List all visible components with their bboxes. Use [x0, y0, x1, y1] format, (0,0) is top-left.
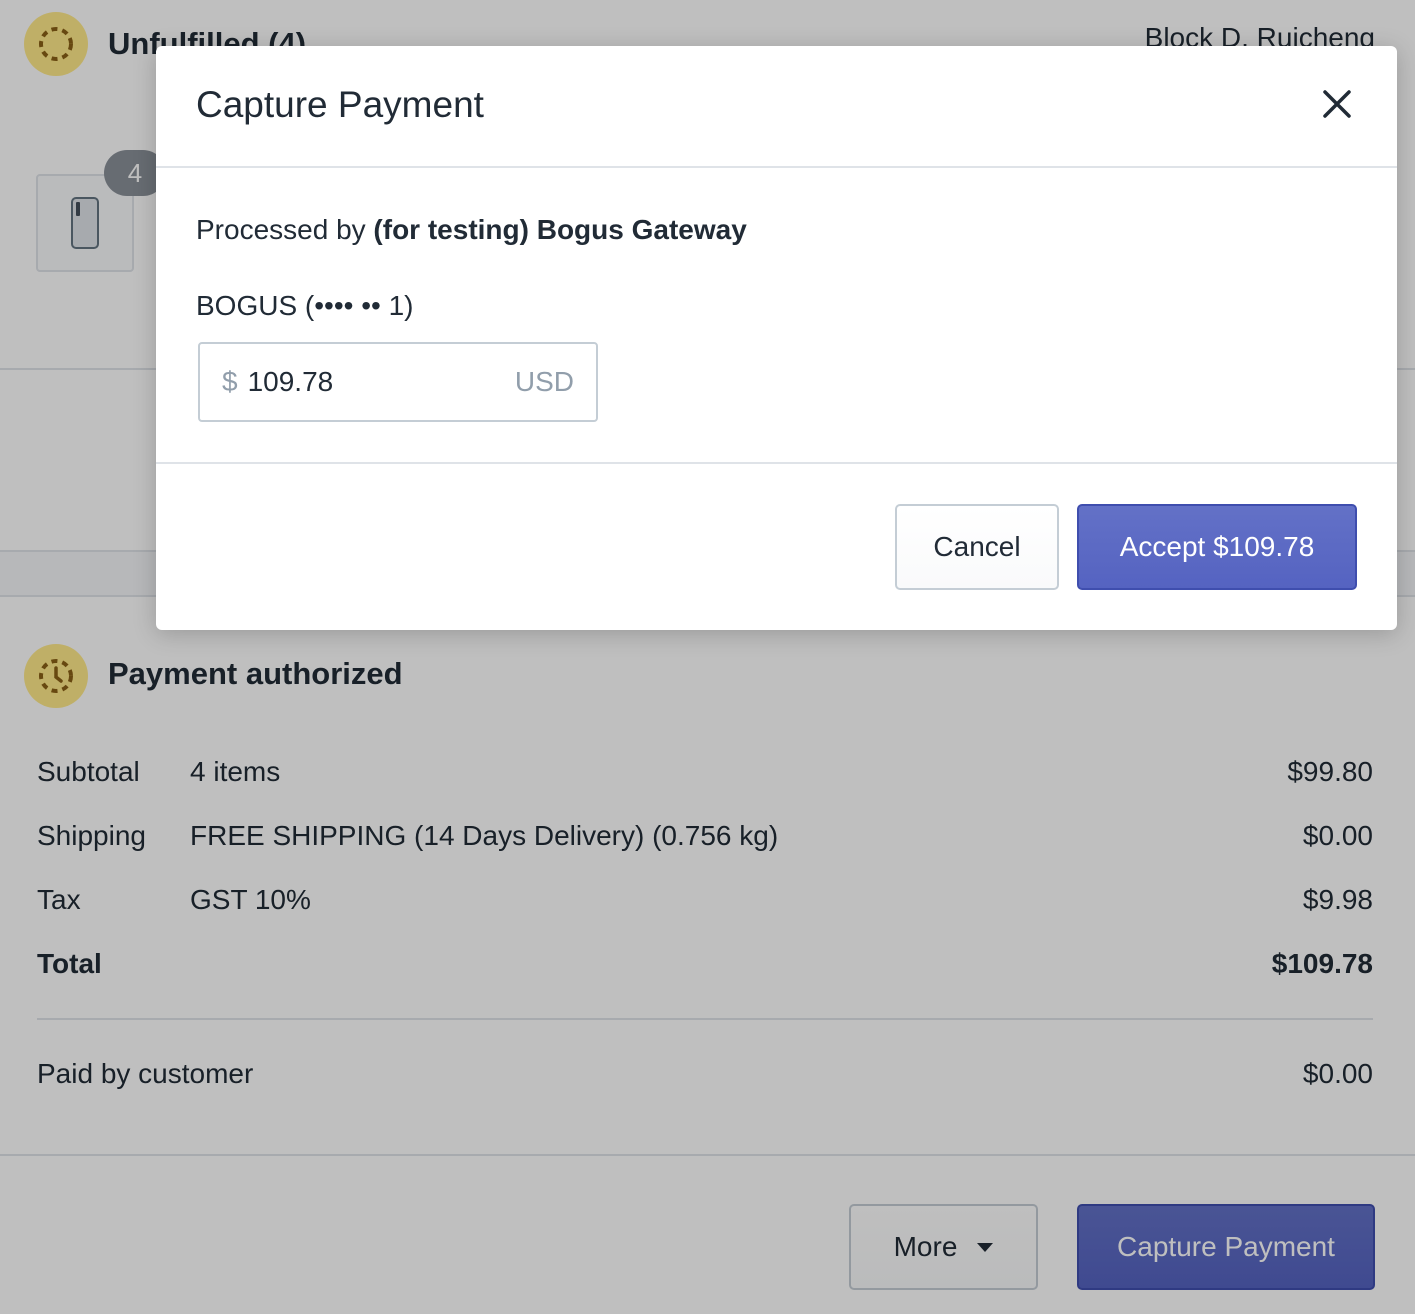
modal-title: Capture Payment — [196, 84, 484, 126]
processed-prefix: Processed by — [196, 214, 366, 245]
modal-footer-divider — [156, 462, 1397, 464]
amount-input[interactable] — [248, 366, 515, 398]
modal-header-divider — [156, 166, 1397, 168]
capture-amount-field[interactable]: $ USD — [198, 342, 598, 422]
close-icon[interactable] — [1319, 86, 1355, 122]
payment-card-label: BOGUS (•••• •• 1) — [196, 290, 414, 322]
accept-payment-button[interactable]: Accept $109.78 — [1077, 504, 1357, 590]
currency-symbol: $ — [222, 366, 238, 398]
cancel-button[interactable]: Cancel — [895, 504, 1059, 590]
gateway-name: (for testing) Bogus Gateway — [373, 214, 746, 245]
capture-payment-modal: Capture Payment Processed by (for testin… — [156, 46, 1397, 630]
processed-by-text: Processed by (for testing) Bogus Gateway — [196, 214, 747, 246]
currency-code: USD — [515, 366, 574, 398]
